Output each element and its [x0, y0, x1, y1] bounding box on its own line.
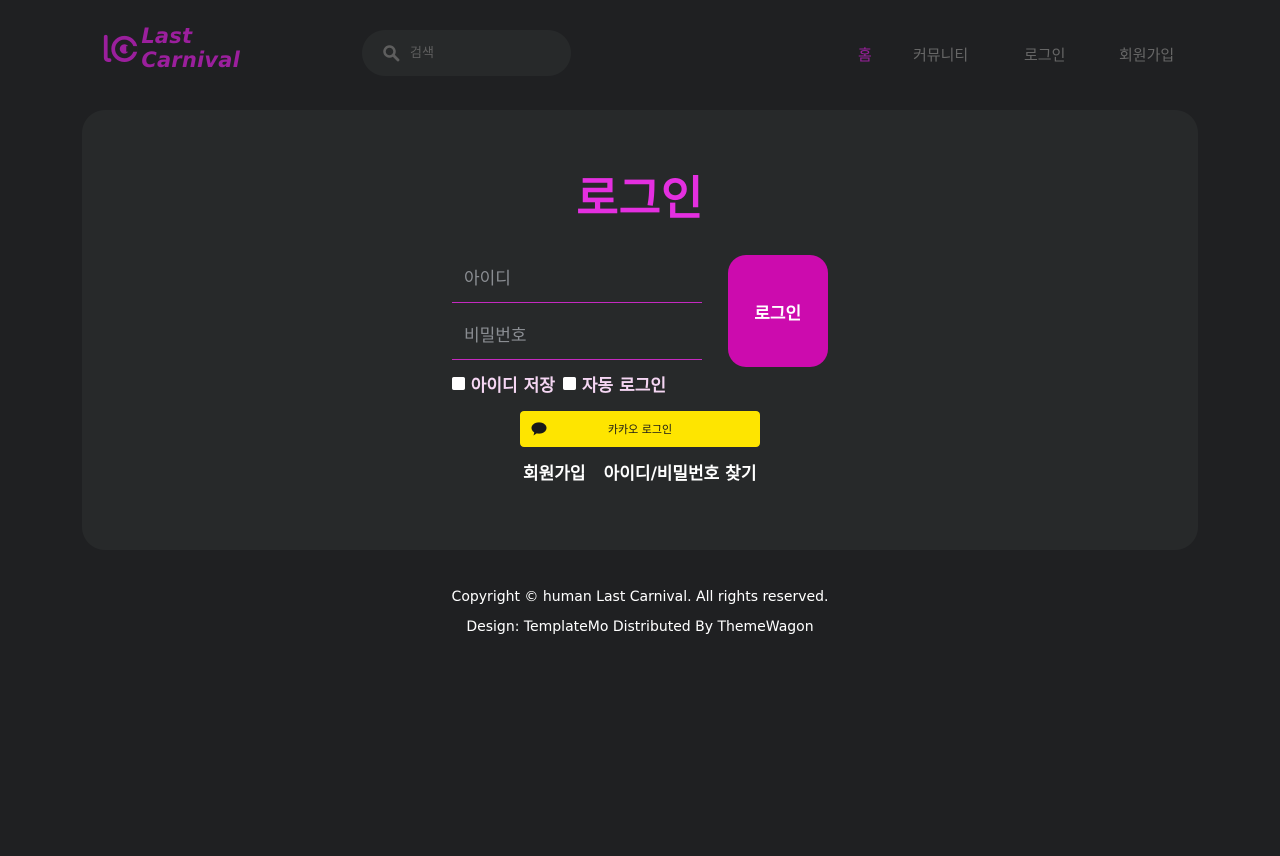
signup-link[interactable]: 회원가입 — [523, 459, 586, 484]
speech-bubble-icon — [531, 422, 547, 436]
kakao-login-button[interactable]: 카카오 로그인 — [520, 411, 760, 447]
search-bar[interactable] — [362, 30, 571, 76]
account-links: 회원가입 아이디/비밀번호 찾기 — [82, 459, 1198, 484]
search-icon — [383, 45, 400, 62]
kakao-login-label: 카카오 로그인 — [607, 423, 673, 436]
id-field[interactable] — [452, 255, 702, 303]
find-account-link[interactable]: 아이디/비밀번호 찾기 — [604, 459, 757, 484]
save-id-checkbox[interactable] — [452, 376, 465, 390]
login-options: 아이디 저장 자동 로그인 — [452, 371, 674, 396]
copyright-text: Copyright © human Last Carnival. All rig… — [451, 589, 829, 605]
logo-text: Last Carnival — [141, 24, 241, 72]
nav-login[interactable]: 로그인 — [1024, 44, 1065, 66]
auto-login-checkbox[interactable] — [563, 376, 577, 390]
password-field[interactable] — [452, 312, 702, 360]
nav-community[interactable]: 커뮤니티 — [913, 44, 968, 66]
header: Last Carnival 홈 커뮤니티 로그인 회원가입 — [0, 0, 1280, 110]
page-title: 로그인 — [576, 171, 704, 225]
login-button[interactable]: 로그인 — [728, 255, 828, 367]
site-logo[interactable]: Last Carnival — [102, 24, 288, 72]
login-card: 로그인 로그인 아이디 저장 자동 로그인 카카오 로그인 회원가입 아이디/비… — [82, 110, 1198, 550]
nav-signup[interactable]: 회원가입 — [1119, 44, 1174, 66]
lc-logo-icon — [103, 34, 138, 62]
search-input[interactable] — [408, 44, 548, 62]
nav-home[interactable]: 홈 — [858, 44, 872, 66]
design-credit-text: Design: TemplateMo Distributed By ThemeW… — [466, 619, 814, 635]
footer: Copyright © human Last Carnival. All rig… — [0, 582, 1280, 642]
auto-login-label[interactable]: 자동 로그인 — [582, 371, 666, 396]
save-id-label[interactable]: 아이디 저장 — [471, 371, 555, 396]
